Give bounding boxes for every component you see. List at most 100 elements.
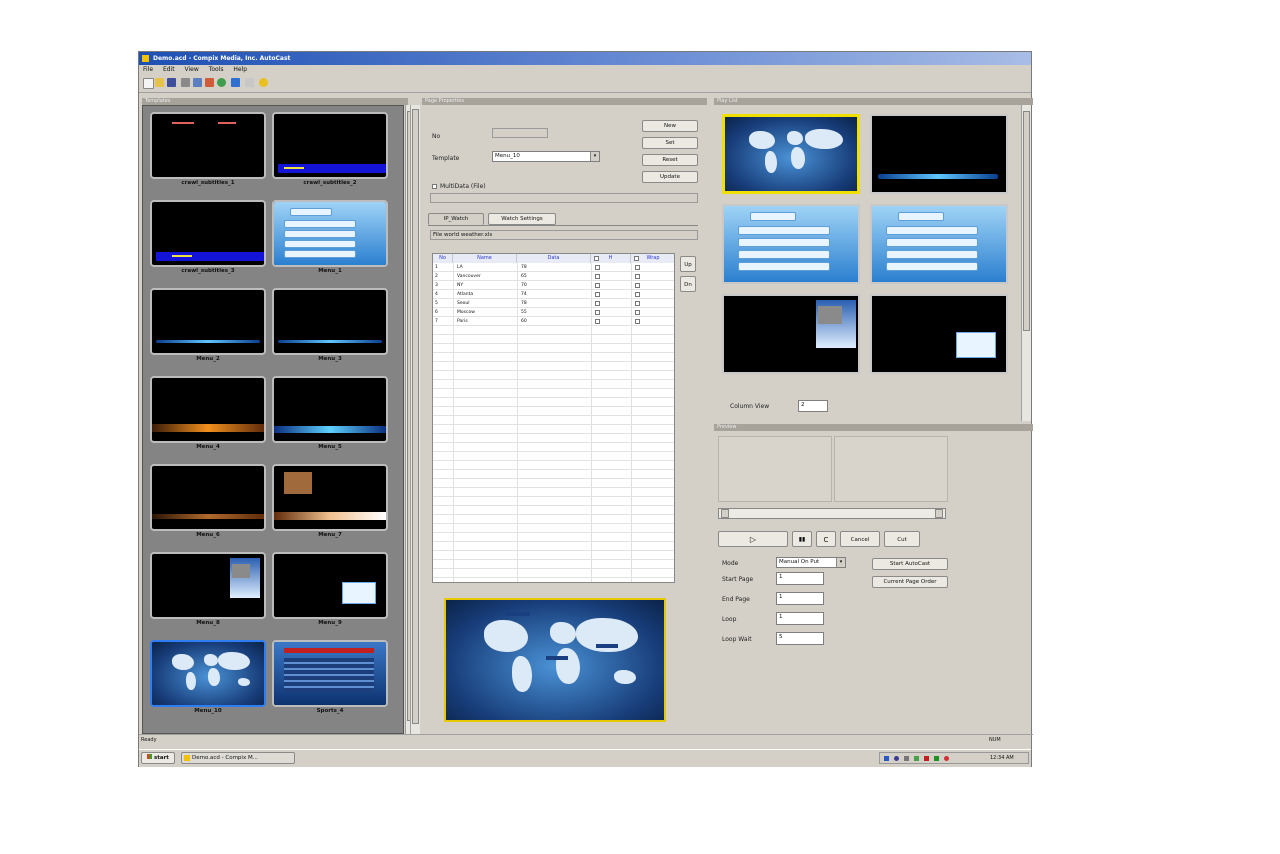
tray-icon[interactable] [934, 756, 939, 761]
table-row[interactable] [433, 326, 674, 335]
column-view-spinner[interactable]: 2 [798, 400, 828, 412]
table-row[interactable] [433, 389, 674, 398]
tab-ip-watch[interactable]: IP_Watch [428, 213, 484, 225]
mode-select[interactable]: Manual On Put ▾ [776, 557, 846, 568]
template-thumbnail[interactable] [150, 640, 266, 707]
row-h-checkbox[interactable] [595, 292, 600, 297]
table-row[interactable] [433, 371, 674, 380]
chevron-down-icon[interactable]: ▾ [836, 558, 845, 567]
data-table[interactable]: No Name Data H Wrap 1 LA 78 2 Vancouver 65 3 NY… [432, 253, 675, 583]
cut-button[interactable]: Cut [884, 531, 920, 547]
help-icon[interactable] [259, 78, 268, 87]
table-row[interactable]: 7 Paris 60 [433, 317, 674, 326]
current-page-order-button[interactable]: Current Page Order [872, 576, 948, 588]
table-row[interactable] [433, 488, 674, 497]
row-h-checkbox[interactable] [595, 301, 600, 306]
table-row[interactable] [433, 425, 674, 434]
cut-icon[interactable] [181, 78, 190, 87]
table-row[interactable] [433, 524, 674, 533]
row-h-checkbox[interactable] [595, 310, 600, 315]
menu-edit[interactable]: Edit [159, 66, 179, 73]
template-thumbnail[interactable] [272, 112, 388, 179]
table-row[interactable]: 5 Seoul 78 [433, 299, 674, 308]
preview-icon[interactable] [217, 78, 226, 87]
menu-view[interactable]: View [181, 66, 203, 73]
timeline-slider[interactable] [718, 508, 946, 519]
start-autocast-button[interactable]: Start AutoCast [872, 558, 948, 570]
tab-watch-settings[interactable]: Watch Settings [488, 213, 556, 225]
template-thumbnail[interactable] [272, 200, 388, 267]
column-header-h[interactable]: H [591, 254, 631, 263]
table-row[interactable] [433, 461, 674, 470]
template-thumbnail[interactable] [272, 288, 388, 355]
tray-icon[interactable] [914, 756, 919, 761]
row-wrap-checkbox[interactable] [635, 274, 640, 279]
scrollbar-thumb[interactable] [412, 109, 419, 724]
playlist-thumbnail[interactable] [722, 114, 860, 194]
slider-handle-end[interactable] [935, 509, 943, 518]
playlist-thumbnail[interactable] [870, 294, 1008, 374]
template-thumbnail[interactable] [150, 200, 266, 267]
playlist-scrollbar[interactable] [1021, 105, 1031, 421]
security-icon[interactable] [924, 756, 929, 761]
update-button[interactable]: Update [642, 171, 698, 183]
scrollbar-thumb[interactable] [1023, 111, 1030, 331]
table-row[interactable] [433, 560, 674, 569]
menu-file[interactable]: File [139, 66, 157, 73]
taskbar-window-button[interactable]: Demo.acd - Compix M... [181, 752, 295, 764]
menu-tools[interactable]: Tools [205, 66, 228, 73]
template-thumbnail[interactable] [150, 552, 266, 619]
table-row[interactable] [433, 443, 674, 452]
save-icon[interactable] [167, 78, 176, 87]
template-thumbnail[interactable] [272, 552, 388, 619]
cancel-button[interactable]: Cancel [840, 531, 880, 547]
table-row[interactable]: 3 NY 70 [433, 281, 674, 290]
table-row[interactable] [433, 479, 674, 488]
loop-wait-spinner[interactable]: 5 [776, 632, 824, 645]
template-thumbnail[interactable] [150, 464, 266, 531]
column-header-wrap[interactable]: Wrap [631, 254, 674, 263]
start-button[interactable]: start [141, 752, 175, 764]
loop-spinner[interactable]: 1 [776, 612, 824, 625]
table-row[interactable] [433, 470, 674, 479]
monitor-icon[interactable] [231, 78, 240, 87]
table-row[interactable] [433, 515, 674, 524]
paste-icon[interactable] [205, 78, 214, 87]
new-button[interactable]: New [642, 120, 698, 132]
table-row[interactable] [433, 497, 674, 506]
pause-button[interactable]: ▮▮ [792, 531, 812, 547]
table-row[interactable] [433, 335, 674, 344]
header-h-checkbox[interactable] [594, 256, 599, 261]
row-wrap-checkbox[interactable] [635, 301, 640, 306]
template-thumbnail[interactable] [272, 376, 388, 443]
speaker-icon[interactable] [904, 756, 909, 761]
table-row[interactable] [433, 407, 674, 416]
table-row[interactable] [433, 551, 674, 560]
menu-help[interactable]: Help [229, 66, 251, 73]
table-row[interactable]: 6 Moscow 55 [433, 308, 674, 317]
row-h-checkbox[interactable] [595, 319, 600, 324]
column-header-data[interactable]: Data [517, 254, 591, 263]
template-thumbnail[interactable] [150, 288, 266, 355]
slider-handle[interactable] [721, 509, 729, 518]
playlist-thumbnail[interactable] [870, 114, 1008, 194]
template-thumbnail[interactable] [272, 640, 388, 707]
row-h-checkbox[interactable] [595, 274, 600, 279]
template-select[interactable]: Menu_10 ▾ [492, 151, 600, 162]
alert-icon[interactable] [944, 756, 949, 761]
table-row[interactable] [433, 542, 674, 551]
panel-splitter-scrollbar[interactable] [410, 105, 420, 734]
end-page-spinner[interactable]: 1 [776, 592, 824, 605]
row-wrap-checkbox[interactable] [635, 283, 640, 288]
table-row[interactable] [433, 362, 674, 371]
row-wrap-checkbox[interactable] [635, 292, 640, 297]
row-wrap-checkbox[interactable] [635, 310, 640, 315]
loop-button[interactable]: C [816, 531, 836, 547]
table-row[interactable] [433, 452, 674, 461]
table-row[interactable]: 1 LA 78 [433, 263, 674, 272]
row-h-checkbox[interactable] [595, 265, 600, 270]
column-header-name[interactable]: Name [453, 254, 517, 263]
template-thumbnail[interactable] [150, 376, 266, 443]
set-button[interactable]: Set [642, 137, 698, 149]
start-page-spinner[interactable]: 1 [776, 572, 824, 585]
